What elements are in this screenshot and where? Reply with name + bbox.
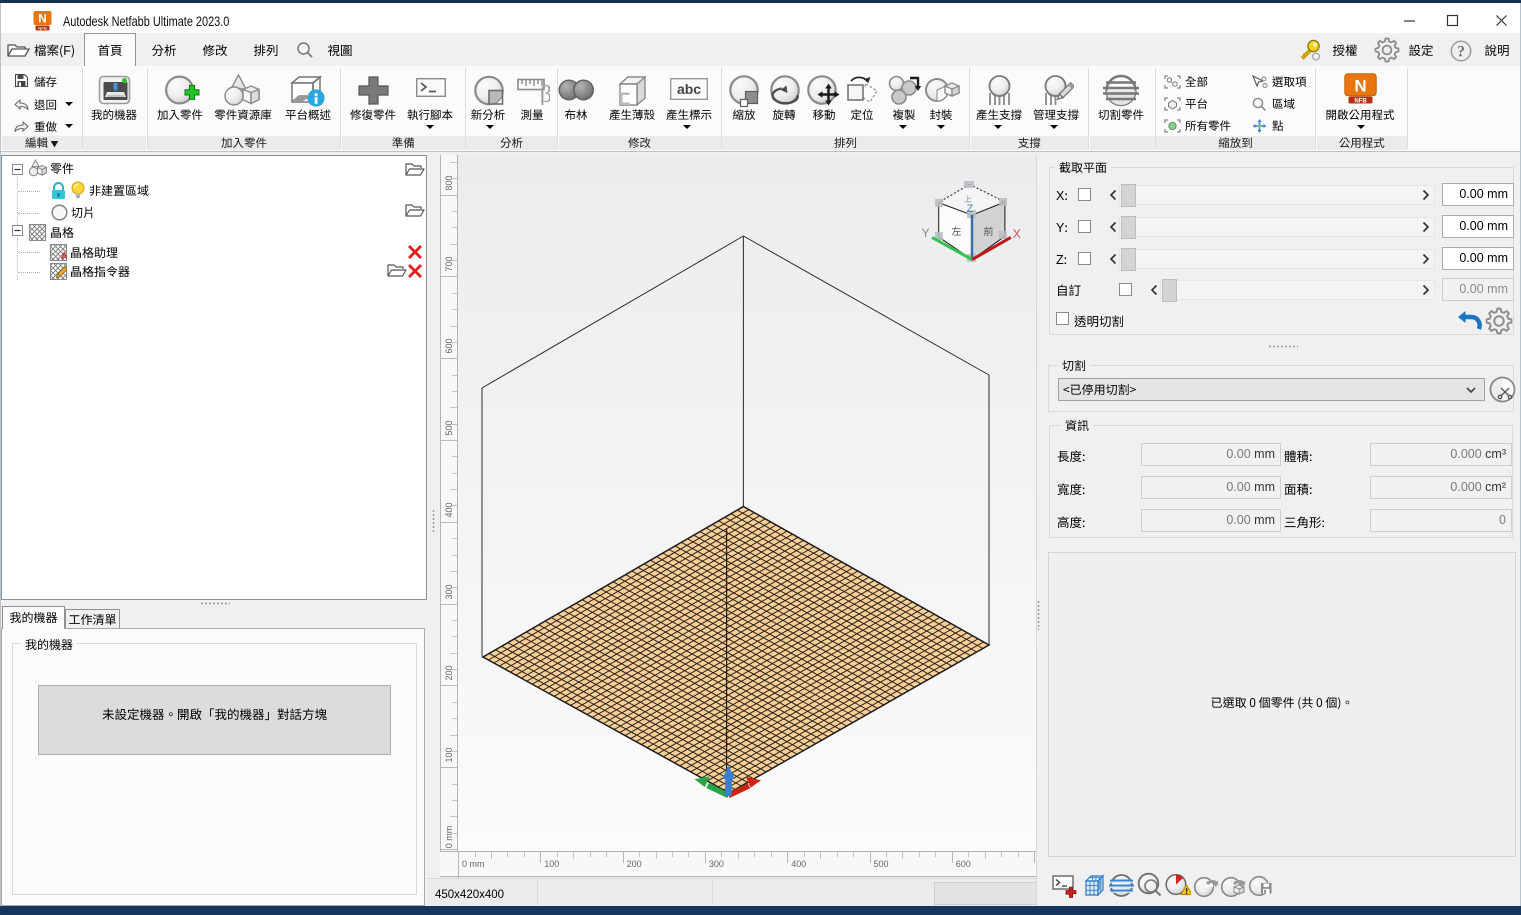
svg-text:N: N — [1354, 77, 1366, 96]
svg-text:NFB: NFB — [1354, 98, 1367, 104]
svg-text:上: 上 — [964, 194, 972, 205]
svg-text:前: 前 — [984, 223, 994, 238]
svg-text:左: 左 — [951, 223, 961, 238]
svg-text:X: X — [1013, 227, 1021, 241]
svg-text:NFB: NFB — [38, 26, 47, 31]
svg-text:abc: abc — [677, 81, 701, 97]
svg-text:β: β — [540, 82, 550, 105]
svg-text:?: ? — [1457, 44, 1465, 61]
svg-text:Y: Y — [922, 226, 930, 240]
svg-text:N: N — [38, 14, 46, 26]
svg-text:A: A — [61, 251, 67, 261]
